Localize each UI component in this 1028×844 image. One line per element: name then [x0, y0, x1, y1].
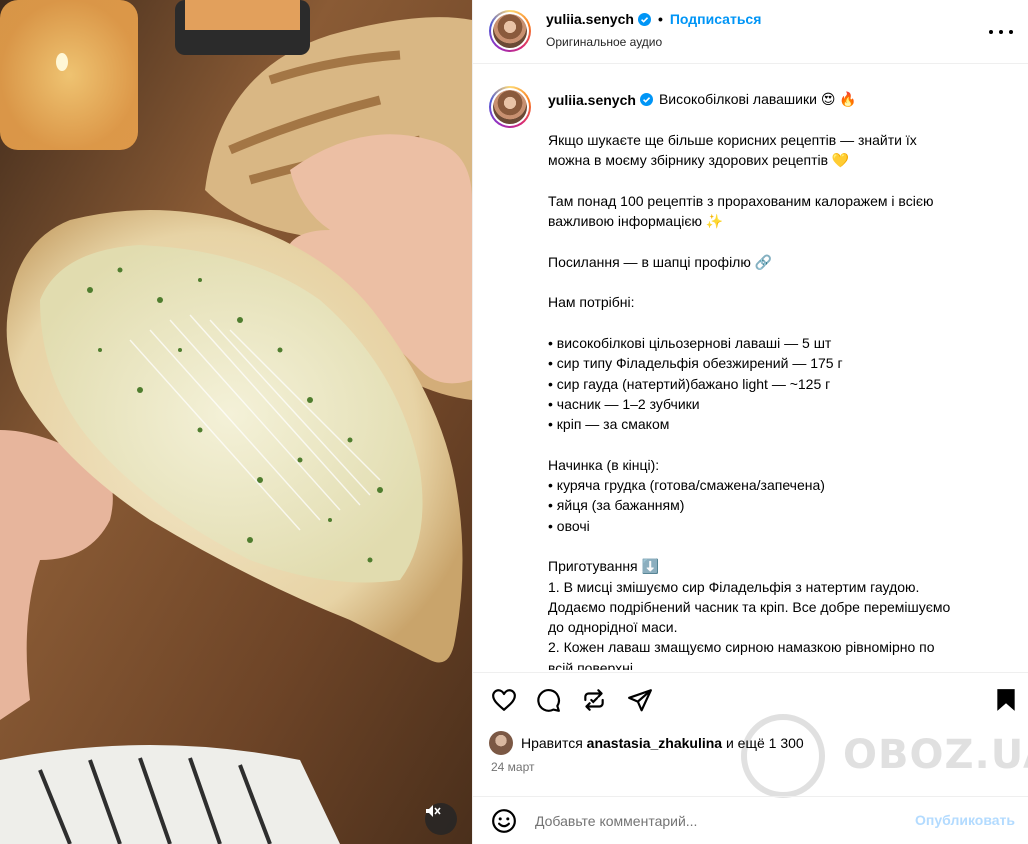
caption-line: важливою інформацією ✨ — [548, 213, 724, 230]
caption-line: • сир типу Філадельфія обезжирений — 175… — [548, 355, 843, 372]
caption-line: • кріп — за смаком — [548, 416, 670, 433]
post-header: yuliia.senych • Подписаться Оригинальное… — [473, 0, 1028, 64]
caption-author-avatar[interactable] — [489, 86, 531, 128]
post-side-panel: yuliia.senych • Подписаться Оригинальное… — [472, 0, 1028, 844]
author-avatar[interactable] — [489, 10, 531, 52]
food-photo — [0, 0, 472, 844]
speaker-muted-icon — [426, 805, 441, 817]
watermark-text: OBOZ.UA — [843, 732, 1028, 778]
follow-button[interactable]: Подписаться — [670, 11, 762, 27]
caption-text: Якщо шукаєте ще більше корисних рецептів… — [548, 130, 1008, 670]
likes-summary[interactable]: Нравится anastasia_zhakulina и ещё 1 300 — [489, 731, 804, 755]
caption-line: Посилання — в шапці профілю 🔗 — [548, 253, 773, 270]
comment-bubble-icon[interactable] — [535, 687, 561, 713]
likes-count[interactable]: и ещё 1 300 — [726, 735, 804, 751]
emoji-smiley-icon[interactable] — [491, 808, 517, 834]
comment-input[interactable] — [535, 809, 895, 833]
caption-line — [548, 434, 1008, 454]
separator-dot: • — [657, 11, 663, 27]
caption-line: • часник — 1–2 зубчики — [548, 395, 700, 412]
caption-line — [548, 171, 1008, 191]
caption-line: Нам потрібні: — [548, 294, 635, 311]
caption-line: можна в моєму збірнику здорових рецептів… — [548, 152, 850, 169]
caption-line: • високобілкові цільозернові лаваші — 5 … — [548, 334, 832, 351]
liker-username[interactable]: anastasia_zhakulina — [587, 735, 722, 751]
caption-line: Там понад 100 рецептів з прорахованим ка… — [548, 192, 934, 209]
mute-button[interactable] — [425, 803, 457, 835]
caption-line: Начинка (в кінці): — [548, 456, 660, 473]
caption-line: • овочі — [548, 517, 590, 534]
like-heart-icon[interactable] — [491, 687, 517, 713]
post-date[interactable]: 24 март — [491, 760, 535, 774]
caption-section: yuliia.senych Високобілкові лавашики 😍 🔥… — [473, 70, 1028, 670]
likes-prefix: Нравится — [521, 735, 583, 751]
caption-line: Приготування ⬇️ — [548, 558, 659, 575]
caption-line: • яйця (за бажанням) — [548, 497, 685, 514]
caption-line: • сир гауда (натертий)бажано light — ~12… — [548, 375, 831, 392]
caption-line — [548, 272, 1008, 292]
author-username[interactable]: yuliia.senych — [546, 11, 634, 27]
caption-line: до однорідної маси. — [548, 619, 678, 636]
caption-line: 2. Кожен лаваш змащуємо сирною намазкою … — [548, 639, 935, 656]
caption-title: Високобілкові лавашики 😍 🔥 — [658, 91, 857, 107]
repost-icon[interactable] — [581, 687, 607, 713]
liker-avatar[interactable] — [489, 731, 513, 755]
save-bookmark-icon[interactable] — [993, 687, 1019, 713]
verified-badge-icon — [639, 93, 653, 106]
caption-line: 1. В мисці змішуємо сир Філадельфія з на… — [548, 578, 920, 595]
comment-bar: Опубликовать — [473, 796, 1028, 844]
caption-line — [548, 313, 1008, 333]
more-options-icon[interactable] — [989, 22, 1013, 42]
publish-button[interactable]: Опубликовать — [915, 812, 1015, 828]
audio-label[interactable]: Оригинальное аудио — [546, 35, 662, 49]
caption-line — [548, 536, 1008, 556]
caption-line: Додаємо подрібнений часник та кріп. Все … — [548, 598, 951, 615]
post-media[interactable] — [0, 0, 472, 844]
caption-line: • куряча грудка (готова/смажена/запечена… — [548, 477, 825, 494]
share-send-icon[interactable] — [627, 687, 653, 713]
verified-badge-icon — [637, 12, 651, 26]
caption-line: Якщо шукаєте ще більше корисних рецептів… — [548, 132, 917, 148]
caption-line — [548, 231, 1008, 251]
caption-line: всій поверхні. — [548, 659, 637, 670]
caption-username[interactable]: yuliia.senych — [548, 92, 636, 108]
